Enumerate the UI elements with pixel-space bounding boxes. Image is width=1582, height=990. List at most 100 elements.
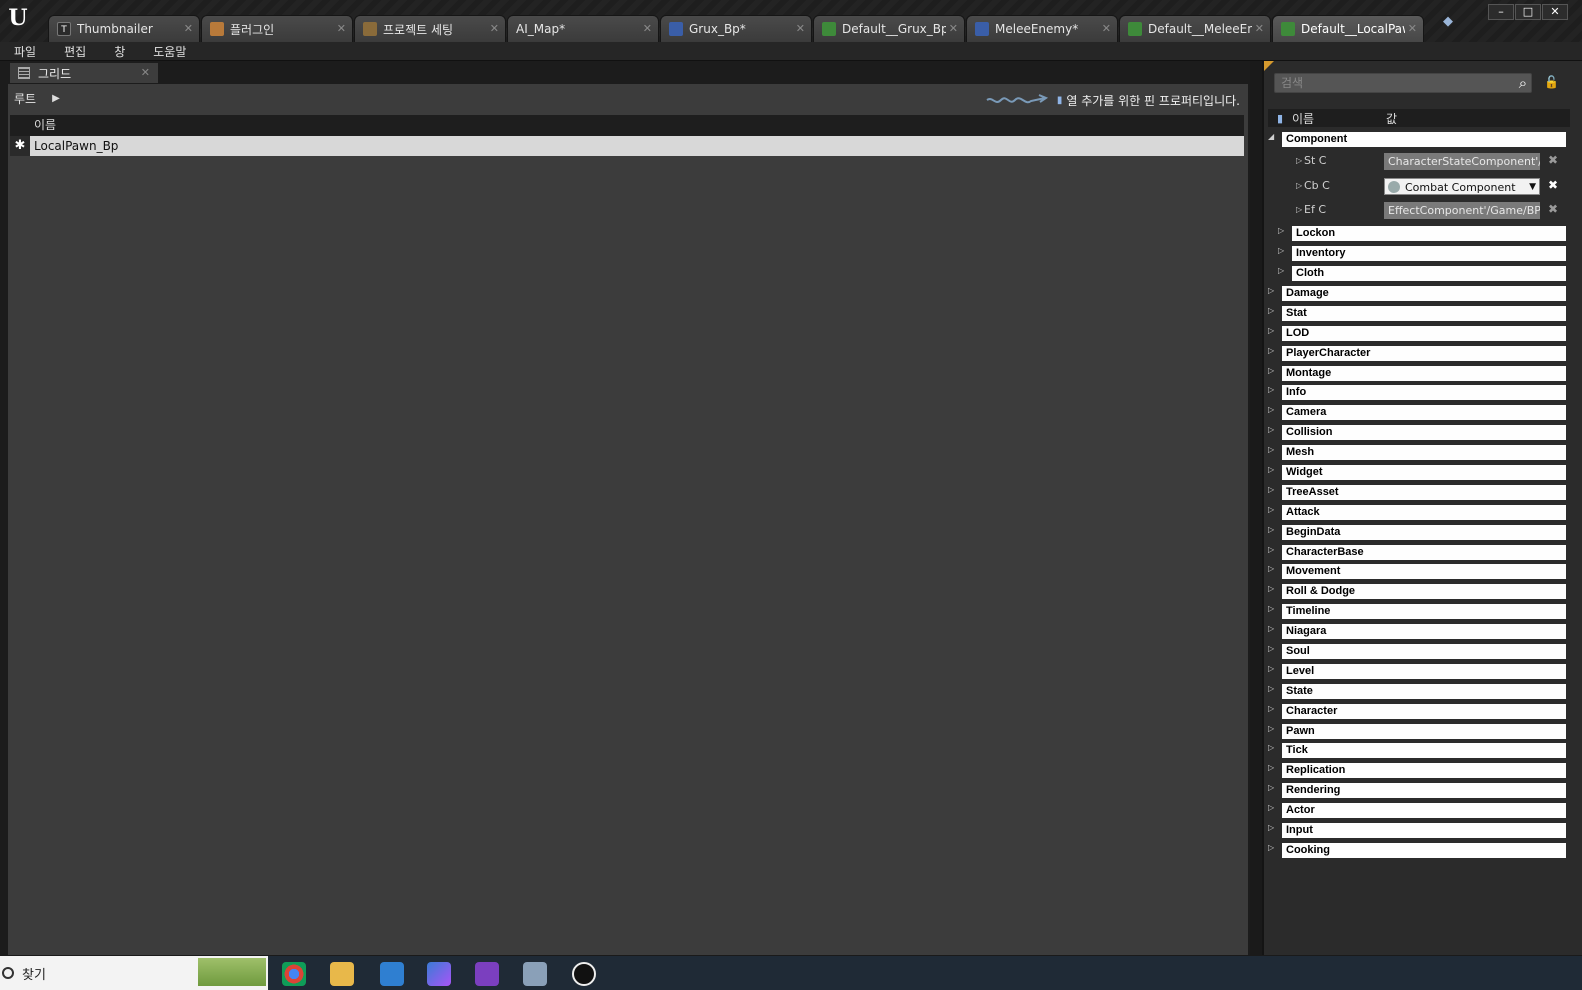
collapsed-arrow-icon[interactable]: ▷ <box>1268 405 1274 414</box>
collapsed-arrow-icon[interactable]: ▷ <box>1268 505 1274 514</box>
property-category[interactable]: ▷ TreeAsset <box>1264 483 1582 503</box>
column-header-name[interactable]: 이름 <box>1292 110 1386 127</box>
property-category[interactable]: ▷ LOD <box>1264 324 1582 344</box>
collapsed-arrow-icon[interactable]: ▷ <box>1268 584 1274 593</box>
property-category[interactable]: ▷ Info <box>1264 383 1582 403</box>
collapsed-arrow-icon[interactable]: ▷ <box>1268 306 1274 315</box>
collapsed-arrow-icon[interactable]: ▷ <box>1268 743 1274 752</box>
menu-item[interactable]: 편집 <box>58 43 92 60</box>
property-category[interactable]: ▷ Cooking <box>1264 841 1582 861</box>
close-icon[interactable]: ✕ <box>1408 22 1417 35</box>
property-category[interactable]: ▷ Mesh <box>1264 443 1582 463</box>
collapsed-arrow-icon[interactable]: ▷ <box>1268 783 1274 792</box>
chevron-right-icon[interactable]: ▶ <box>52 93 60 104</box>
clear-icon[interactable]: ✖ <box>1548 153 1558 167</box>
collapsed-arrow-icon[interactable]: ▷ <box>1296 156 1302 165</box>
collapsed-arrow-icon[interactable]: ▷ <box>1296 181 1302 190</box>
column-header-name[interactable]: 이름 <box>10 115 1244 136</box>
search-input[interactable]: 검색 <box>1274 73 1532 93</box>
property-category[interactable]: ▷ Stat <box>1264 304 1582 324</box>
collapsed-arrow-icon[interactable]: ▷ <box>1268 465 1274 474</box>
close-icon[interactable]: ✕ <box>184 22 193 35</box>
collapsed-arrow-icon[interactable]: ▷ <box>1268 545 1274 554</box>
collapsed-arrow-icon[interactable]: ▷ <box>1268 604 1274 613</box>
app-icon[interactable] <box>380 962 404 986</box>
unreal-logo-icon[interactable]: U <box>6 6 30 30</box>
close-icon[interactable]: ✕ <box>643 22 652 35</box>
collapsed-arrow-icon[interactable]: ▷ <box>1268 346 1274 355</box>
copilot-icon[interactable] <box>427 962 451 986</box>
property-category[interactable]: ▷ Movement <box>1264 562 1582 582</box>
pin-column-icon[interactable]: ▮ <box>1268 112 1292 125</box>
collapsed-arrow-icon[interactable]: ▷ <box>1268 425 1274 434</box>
property-category[interactable]: ▷ Pawn <box>1264 722 1582 742</box>
taskbar-search[interactable]: 찾기 <box>0 956 268 990</box>
property-value-field[interactable]: EffectComponent'/Game/BP/C <box>1384 202 1540 220</box>
column-header-value[interactable]: 값 <box>1386 110 1397 127</box>
unreal-engine-icon[interactable] <box>572 962 596 986</box>
close-icon[interactable]: ✕ <box>949 22 958 35</box>
grid-panel-tab[interactable]: 그리드 ✕ <box>10 63 158 83</box>
collapsed-arrow-icon[interactable]: ▷ <box>1268 385 1274 394</box>
lock-icon[interactable]: 🔓 <box>1544 75 1559 91</box>
property-category[interactable]: ◢ Component <box>1264 130 1582 150</box>
collapsed-arrow-icon[interactable]: ▷ <box>1268 485 1274 494</box>
tab-document[interactable]: MeleeEnemy* ✕ <box>966 15 1118 42</box>
property-category[interactable]: ▷ Lockon <box>1264 224 1582 244</box>
property-category[interactable]: ▷ Soul <box>1264 642 1582 662</box>
property-category[interactable]: ▷ Camera <box>1264 403 1582 423</box>
property-category[interactable]: ▷ CharacterBase <box>1264 543 1582 563</box>
file-explorer-icon[interactable] <box>330 962 354 986</box>
search-icon[interactable]: ⌕ <box>1514 73 1532 93</box>
tab-document[interactable]: T Thumbnailer ✕ <box>48 15 200 42</box>
expanded-arrow-icon[interactable]: ◢ <box>1268 132 1274 141</box>
property-category[interactable]: ▷ Collision <box>1264 423 1582 443</box>
tab-document[interactable]: 프로젝트 세팅 ✕ <box>354 15 506 42</box>
collapsed-arrow-icon[interactable]: ▷ <box>1268 525 1274 534</box>
property-category[interactable]: ▷ PlayerCharacter <box>1264 344 1582 364</box>
component-select[interactable]: Combat Component ▼ <box>1384 177 1540 195</box>
minimize-button[interactable]: – <box>1488 4 1514 20</box>
close-icon[interactable]: ✕ <box>1255 22 1264 35</box>
collapsed-arrow-icon[interactable]: ▷ <box>1278 226 1284 235</box>
close-icon[interactable]: ✕ <box>1102 22 1111 35</box>
collapsed-arrow-icon[interactable]: ▷ <box>1268 724 1274 733</box>
property-category[interactable]: ▷ Character <box>1264 702 1582 722</box>
visual-studio-icon[interactable] <box>475 962 499 986</box>
menu-item[interactable]: 창 <box>108 43 131 60</box>
tab-document[interactable]: AI_Map* ✕ <box>507 15 659 42</box>
collapsed-arrow-icon[interactable]: ▷ <box>1268 445 1274 454</box>
collapsed-arrow-icon[interactable]: ▷ <box>1296 205 1302 214</box>
collapsed-arrow-icon[interactable]: ▷ <box>1268 644 1274 653</box>
close-icon[interactable]: ✕ <box>337 22 346 35</box>
collapsed-arrow-icon[interactable]: ▷ <box>1268 684 1274 693</box>
property-category[interactable]: ▷ Replication <box>1264 761 1582 781</box>
chrome-icon[interactable] <box>282 962 306 986</box>
tab-document[interactable]: 플러그인 ✕ <box>201 15 353 42</box>
property-category[interactable]: ▷ Damage <box>1264 284 1582 304</box>
collapsed-arrow-icon[interactable]: ▷ <box>1268 624 1274 633</box>
table-row[interactable]: ✱ LocalPawn_Bp <box>10 136 1244 156</box>
collapsed-arrow-icon[interactable]: ▷ <box>1268 664 1274 673</box>
close-icon[interactable]: ✕ <box>796 22 805 35</box>
property-category[interactable]: ▷ Niagara <box>1264 622 1582 642</box>
tab-document[interactable]: Default__MeleeEne*✕ <box>1119 15 1271 42</box>
maximize-button[interactable]: □ <box>1515 4 1541 20</box>
property-category[interactable]: ▷ Attack <box>1264 503 1582 523</box>
clear-icon[interactable]: ✖ <box>1548 178 1558 192</box>
collapsed-arrow-icon[interactable]: ▷ <box>1268 326 1274 335</box>
property-category[interactable]: ▷ Roll & Dodge <box>1264 582 1582 602</box>
clear-icon[interactable]: ✖ <box>1548 202 1558 216</box>
collapsed-arrow-icon[interactable]: ▷ <box>1278 246 1284 255</box>
property-category[interactable]: ▷ Input <box>1264 821 1582 841</box>
property-category[interactable]: ▷ Level <box>1264 662 1582 682</box>
help-icon[interactable]: ◆ <box>1443 14 1461 29</box>
collapsed-arrow-icon[interactable]: ▷ <box>1268 843 1274 852</box>
property-category[interactable]: ▷ Tick <box>1264 741 1582 761</box>
property-category[interactable]: ▷ State <box>1264 682 1582 702</box>
close-icon[interactable]: ✕ <box>490 22 499 35</box>
collapsed-arrow-icon[interactable]: ▷ <box>1268 823 1274 832</box>
property-category[interactable]: ▷ Montage <box>1264 364 1582 384</box>
tab-document[interactable]: Default__Grux_Bp_*✕ <box>813 15 965 42</box>
tab-document[interactable]: Default__LocalPaw*✕ <box>1272 15 1424 42</box>
